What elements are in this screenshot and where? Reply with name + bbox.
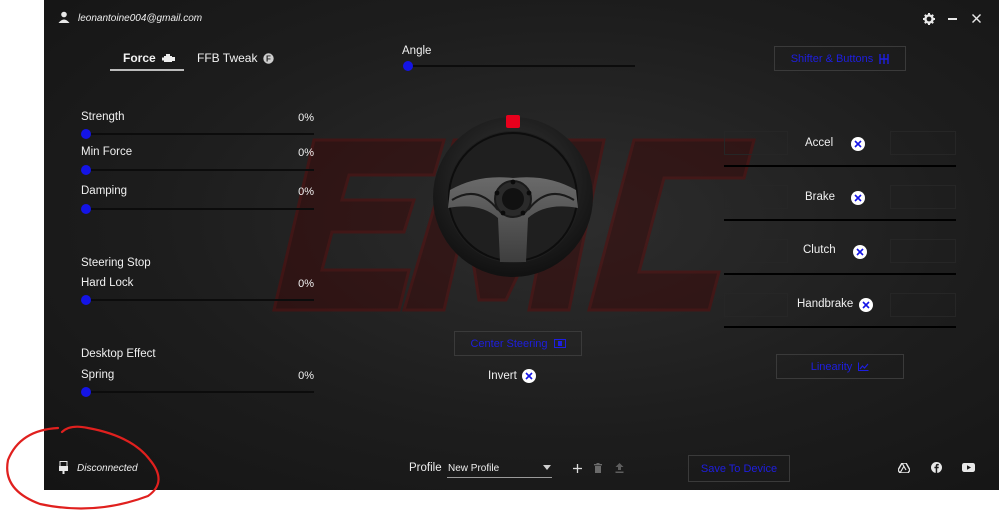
save-to-device-label: Save To Device bbox=[700, 462, 778, 475]
clutch-bar bbox=[724, 273, 956, 275]
chart-line-icon bbox=[858, 362, 869, 371]
hard-lock-label: Hard Lock bbox=[81, 277, 134, 289]
brake-label: Brake bbox=[805, 191, 836, 203]
clutch-invert-toggle[interactable] bbox=[853, 245, 867, 259]
x-icon bbox=[854, 140, 862, 148]
angle-slider[interactable] bbox=[403, 61, 635, 71]
upload-profile-icon[interactable] bbox=[615, 463, 624, 473]
damping-value: 0% bbox=[298, 186, 314, 198]
min-force-value: 0% bbox=[298, 147, 314, 159]
linearity-label: Linearity bbox=[810, 360, 853, 373]
drive-icon[interactable] bbox=[898, 463, 910, 473]
accel-invert-toggle[interactable] bbox=[851, 137, 865, 151]
spring-value: 0% bbox=[298, 370, 314, 382]
min-force-slider-handle[interactable] bbox=[81, 165, 91, 175]
x-icon bbox=[856, 248, 864, 256]
center-icon bbox=[553, 339, 566, 348]
strength-slider[interactable] bbox=[81, 129, 314, 139]
x-icon bbox=[862, 301, 870, 309]
clutch-label: Clutch bbox=[803, 244, 836, 256]
center-steering-button[interactable]: Center Steering bbox=[454, 331, 582, 356]
min-force-slider[interactable] bbox=[81, 165, 314, 175]
spring-slider-handle[interactable] bbox=[81, 387, 91, 397]
steering-wheel-image bbox=[433, 115, 593, 277]
handbrake-bar bbox=[724, 326, 956, 328]
shifter-buttons-button[interactable]: Shifter & Buttons bbox=[774, 46, 906, 71]
min-force-label: Min Force bbox=[81, 146, 133, 158]
youtube-icon[interactable] bbox=[962, 463, 975, 472]
desktop-effect-label: Desktop Effect bbox=[81, 348, 156, 360]
delete-profile-icon[interactable] bbox=[594, 463, 602, 473]
tab-ffb-tweak-label: FFB Tweak bbox=[197, 51, 258, 65]
angle-slider-handle[interactable] bbox=[403, 61, 413, 71]
invert-toggle[interactable] bbox=[522, 369, 536, 383]
brake-invert-toggle[interactable] bbox=[851, 191, 865, 205]
handbrake-min-box[interactable] bbox=[724, 293, 788, 317]
x-icon bbox=[854, 194, 862, 202]
x-icon bbox=[525, 372, 533, 380]
app-window: leonantoine004@gmail.com Force FFB Tweak… bbox=[44, 0, 999, 490]
center-steering-label: Center Steering bbox=[470, 337, 548, 350]
hard-lock-value: 0% bbox=[298, 278, 314, 290]
clutch-max-box[interactable] bbox=[890, 239, 956, 263]
close-icon[interactable] bbox=[972, 14, 981, 23]
strength-slider-handle[interactable] bbox=[81, 129, 91, 139]
handbrake-label: Handbrake bbox=[797, 298, 854, 310]
strength-value: 0% bbox=[298, 112, 314, 124]
motor-icon bbox=[161, 53, 175, 62]
gear-icon[interactable] bbox=[923, 13, 935, 25]
brake-bar bbox=[724, 219, 956, 221]
linearity-button[interactable]: Linearity bbox=[776, 354, 904, 379]
damping-label: Damping bbox=[81, 185, 128, 197]
shifter-icon bbox=[879, 53, 889, 64]
handbrake-invert-toggle[interactable] bbox=[859, 298, 873, 312]
profile-select[interactable]: New Profile bbox=[447, 459, 552, 478]
facebook-icon[interactable] bbox=[931, 462, 942, 473]
tab-ffb-tweak[interactable]: FFB Tweak F bbox=[197, 51, 275, 65]
damping-slider-handle[interactable] bbox=[81, 204, 91, 214]
user-icon bbox=[58, 11, 70, 23]
strength-label: Strength bbox=[81, 111, 125, 123]
tab-force[interactable]: Force bbox=[123, 51, 175, 65]
minimize-icon[interactable] bbox=[948, 18, 957, 20]
tab-force-underline bbox=[110, 69, 184, 71]
accel-min-box[interactable] bbox=[724, 131, 788, 155]
damping-slider[interactable] bbox=[81, 204, 314, 214]
save-to-device-button[interactable]: Save To Device bbox=[688, 455, 790, 482]
shifter-buttons-label: Shifter & Buttons bbox=[790, 52, 874, 65]
add-profile-icon[interactable] bbox=[573, 464, 582, 473]
brake-max-box[interactable] bbox=[890, 185, 956, 209]
chevron-down-icon bbox=[543, 465, 551, 470]
steering-stop-label: Steering Stop bbox=[81, 257, 151, 269]
accel-bar bbox=[724, 165, 956, 167]
account-email: leonantoine004@gmail.com bbox=[78, 13, 203, 24]
profile-select-value: New Profile bbox=[448, 463, 500, 474]
spring-slider[interactable] bbox=[81, 387, 314, 397]
invert-label: Invert bbox=[488, 370, 517, 382]
tab-force-label: Force bbox=[123, 51, 156, 65]
clutch-min-box[interactable] bbox=[724, 239, 788, 263]
accel-label: Accel bbox=[805, 137, 834, 149]
annotation-circle bbox=[6, 425, 160, 510]
profile-label: Profile bbox=[409, 462, 442, 474]
handbrake-max-box[interactable] bbox=[890, 293, 956, 317]
spring-label: Spring bbox=[81, 369, 115, 381]
f-badge-icon: F bbox=[263, 52, 275, 64]
svg-text:F: F bbox=[267, 54, 272, 63]
brake-min-box[interactable] bbox=[724, 185, 788, 209]
hard-lock-slider[interactable] bbox=[81, 295, 314, 305]
accel-max-box[interactable] bbox=[890, 131, 956, 155]
hard-lock-slider-handle[interactable] bbox=[81, 295, 91, 305]
angle-label: Angle bbox=[402, 45, 432, 57]
